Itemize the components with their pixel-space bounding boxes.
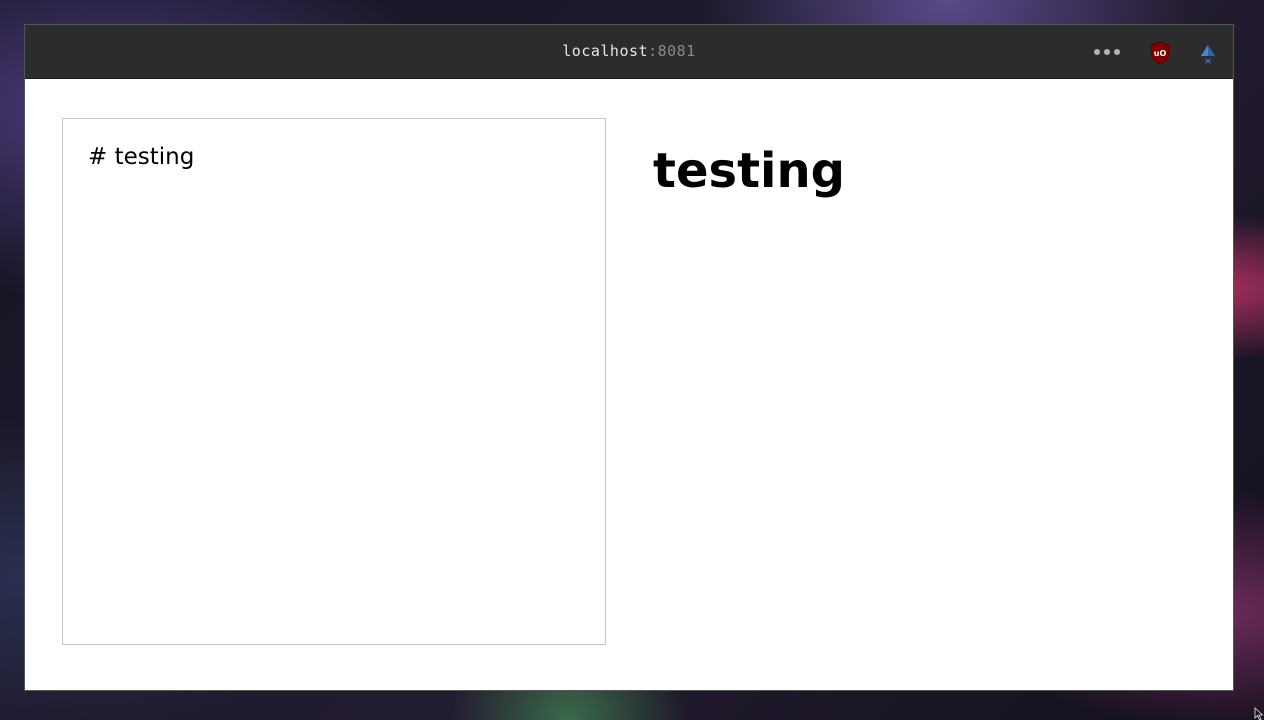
mouse-cursor-icon [1254, 706, 1264, 720]
menu-dot [1114, 49, 1120, 55]
page-content: # testing testing [25, 79, 1233, 690]
markdown-preview: testing [653, 143, 1193, 199]
browser-window: localhost:8081 uO # testing testing [25, 25, 1233, 690]
more-horizontal-icon[interactable] [1094, 47, 1120, 57]
menu-dot [1104, 49, 1110, 55]
menu-dot [1094, 49, 1100, 55]
browser-toolbar: localhost:8081 uO [25, 25, 1233, 79]
url-bar[interactable]: localhost:8081 [25, 42, 1233, 60]
url-port: :8081 [648, 42, 696, 60]
url-host: localhost [562, 42, 649, 60]
markdown-editor[interactable]: # testing [62, 118, 606, 645]
ublock-origin-shield-icon[interactable]: uO [1149, 41, 1171, 65]
triangle-extension-icon[interactable] [1197, 42, 1219, 66]
ublock-badge-text: uO [1154, 49, 1167, 58]
preview-heading: testing [653, 143, 845, 199]
